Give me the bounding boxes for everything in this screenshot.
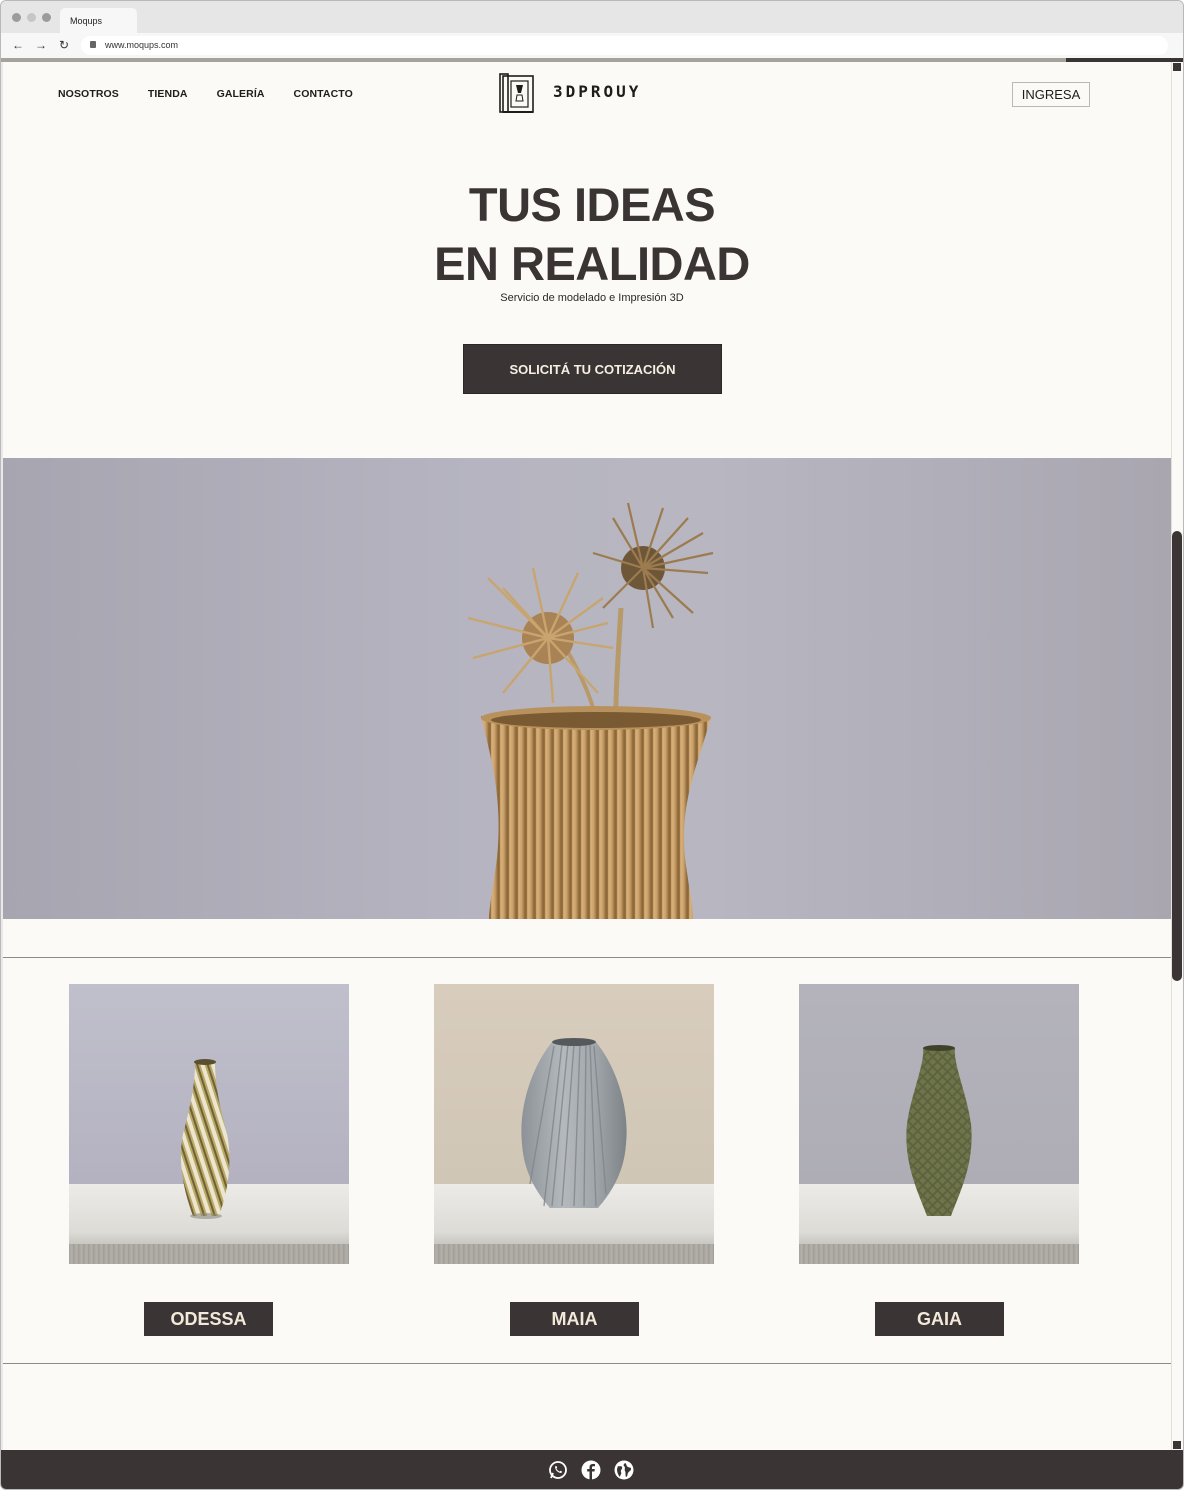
product-label-maia[interactable]: MAIA: [510, 1302, 639, 1336]
browser-tab-title: Moqups: [70, 16, 103, 26]
odessa-vase-icon: [180, 1059, 230, 1219]
window-controls: [12, 13, 51, 22]
hero-image: [3, 458, 1171, 919]
hero-title-line1: TUS IDEAS: [468, 178, 716, 231]
product-image-maia[interactable]: [434, 984, 714, 1264]
address-bar[interactable]: www.moqups.com: [81, 36, 1168, 55]
whatsapp-icon[interactable]: [548, 1460, 568, 1480]
section-divider-bottom: [3, 1363, 1171, 1364]
forward-arrow-icon[interactable]: →: [35, 38, 47, 52]
close-window-button[interactable]: [12, 13, 21, 22]
nav-item-galeria[interactable]: GALERÍA: [217, 88, 265, 100]
reload-icon[interactable]: ↻: [59, 38, 69, 52]
vase-with-dried-flowers-image: [467, 502, 714, 919]
product-image-gaia[interactable]: [799, 984, 1079, 1264]
minimize-window-button[interactable]: [27, 13, 36, 22]
nav-item-nosotros[interactable]: NOSOTROS: [58, 88, 119, 100]
browser-tab[interactable]: Moqups: [60, 8, 137, 33]
page-footer: [1, 1450, 1183, 1489]
product-image-odessa[interactable]: [69, 984, 349, 1264]
main-nav: NOSOTROS TIENDA GALERÍA CONTACTO: [58, 88, 353, 100]
brand-name: 3DPROUY: [553, 81, 642, 101]
scrollbar-thumb[interactable]: [1172, 531, 1182, 981]
hero-title-line2: EN REALIDAD: [434, 237, 750, 290]
gaia-vase-icon: [906, 1045, 972, 1216]
product-label-odessa[interactable]: ODESSA: [144, 1302, 273, 1336]
product-label-gaia[interactable]: GAIA: [875, 1302, 1004, 1336]
nav-item-contacto[interactable]: CONTACTO: [294, 88, 353, 100]
login-button[interactable]: INGRESA: [1012, 82, 1090, 107]
browser-tab-bar: Moqups: [1, 1, 1183, 33]
maia-vase-icon: [521, 1038, 627, 1208]
brand-logo[interactable]: 3DPROUY: [499, 73, 641, 115]
hero-title: TUS IDEAS EN REALIDAD: [3, 175, 1171, 293]
hero-subtitle: Servicio de modelado e Impresión 3D: [500, 292, 684, 304]
browser-window: Moqups ← → ↻ www.moqups.com NOSOTROS TIE…: [0, 0, 1184, 1490]
browser-toolbar: ← → ↻ www.moqups.com: [1, 33, 1183, 58]
nav-item-tienda[interactable]: TIENDA: [148, 88, 188, 100]
section-divider-top: [3, 957, 1171, 958]
scrollbar-up-button[interactable]: [1173, 63, 1181, 71]
url-text: www.moqups.com: [105, 40, 179, 50]
lock-icon: [90, 41, 96, 48]
globe-icon[interactable]: [614, 1460, 634, 1480]
social-links: [548, 1460, 634, 1480]
quote-request-button[interactable]: SOLICITÁ TU COTIZACIÓN: [463, 344, 722, 394]
facebook-icon[interactable]: [581, 1460, 601, 1480]
web-page: NOSOTROS TIENDA GALERÍA CONTACTO 3DPROUY…: [3, 62, 1171, 1450]
maximize-window-button[interactable]: [42, 13, 51, 22]
scrollbar-down-button[interactable]: [1173, 1441, 1181, 1449]
back-arrow-icon[interactable]: ←: [12, 38, 24, 52]
3d-printer-icon: [499, 73, 534, 113]
